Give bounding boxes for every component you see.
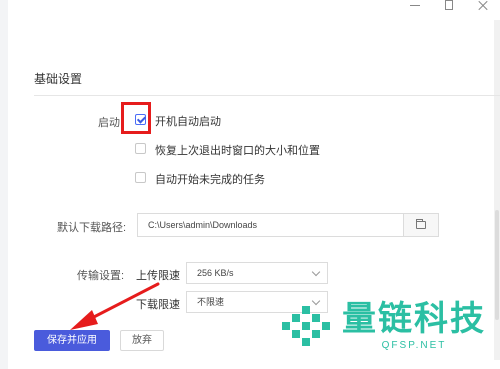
watermark-title: 量链科技 [342,300,486,338]
logo-icon [282,306,330,346]
watermark-logo: 量链科技 QFSP.NET [278,300,486,356]
watermark-subtitle: QFSP.NET [381,340,447,351]
